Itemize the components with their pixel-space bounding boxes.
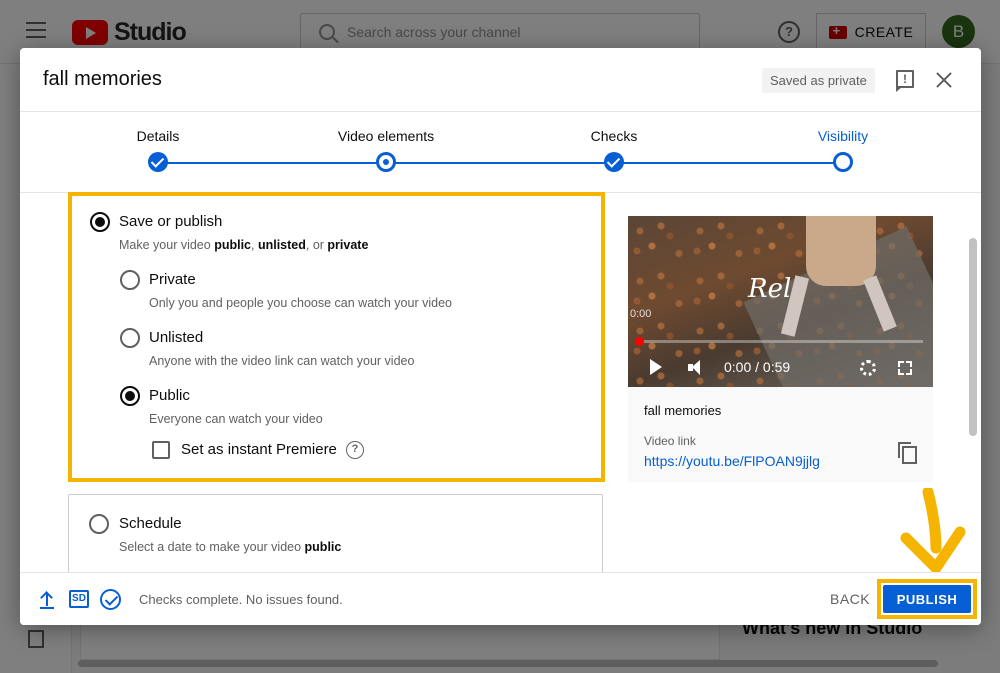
private-radio[interactable]: [120, 270, 140, 290]
step-complete-check-icon: [148, 152, 168, 172]
schedule-desc: Select a date to make your video public: [119, 540, 342, 554]
publish-button[interactable]: PUBLISH: [883, 585, 971, 613]
checks-status-text: Checks complete. No issues found.: [139, 592, 343, 607]
checks-complete-icon[interactable]: [100, 589, 121, 610]
step-video-elements[interactable]: Video elements: [306, 112, 466, 172]
settings-gear-icon[interactable]: [860, 360, 876, 376]
dialog-scrollbar[interactable]: [969, 238, 977, 436]
step-details[interactable]: Details: [78, 112, 238, 172]
pointer-arrow-icon: [900, 488, 966, 573]
volume-icon[interactable]: [688, 360, 706, 375]
private-desc: Only you and people you choose can watch…: [149, 296, 452, 310]
save-or-publish-title: Save or publish: [119, 213, 223, 230]
step-checks[interactable]: Checks: [534, 112, 694, 172]
public-title: Public: [149, 387, 190, 404]
video-frame-figure: [806, 216, 876, 286]
sd-quality-icon[interactable]: SD: [69, 590, 89, 608]
unlisted-desc: Anyone with the video link can watch you…: [149, 354, 415, 368]
dialog-title: fall memories: [43, 68, 162, 90]
schedule-title: Schedule: [119, 515, 182, 532]
video-link-label: Video link: [644, 434, 696, 448]
schedule-panel: Schedule Select a date to make your vide…: [68, 494, 603, 584]
upload-icon-base: [40, 607, 54, 609]
save-or-publish-radio[interactable]: [90, 212, 110, 232]
step-current-icon: [833, 152, 853, 172]
instant-premiere-checkbox[interactable]: [152, 441, 170, 459]
saved-status-badge: Saved as private: [762, 68, 875, 93]
instant-premiere-label: Set as instant Premiere: [181, 441, 337, 458]
video-player[interactable]: Rel 0:00 0:00 / 0:59: [628, 216, 933, 387]
step-label: Video elements: [337, 128, 435, 144]
video-overlay-text: Rel: [748, 274, 792, 304]
publish-highlight: PUBLISH: [877, 579, 977, 619]
back-button[interactable]: BACK: [820, 585, 880, 613]
step-visibility[interactable]: Visibility: [763, 112, 923, 172]
step-complete-check-icon: [604, 152, 624, 172]
fullscreen-icon[interactable]: [896, 359, 914, 377]
preview-video-title: fall memories: [644, 403, 722, 418]
public-radio[interactable]: [120, 386, 140, 406]
step-ring-icon: [376, 152, 396, 172]
video-progress-bar[interactable]: [635, 337, 923, 346]
play-icon[interactable]: [650, 359, 662, 375]
unlisted-radio[interactable]: [120, 328, 140, 348]
close-icon[interactable]: [934, 70, 954, 90]
feedback-icon[interactable]: !: [896, 70, 914, 92]
help-icon[interactable]: ?: [346, 441, 364, 459]
unlisted-title: Unlisted: [149, 329, 204, 346]
video-ghost-time: 0:00: [630, 308, 652, 320]
dialog-footer: SD Checks complete. No issues found. BAC…: [20, 572, 981, 625]
stepper-line: [158, 162, 843, 164]
save-or-publish-desc: Make your video public, unlisted, or pri…: [119, 238, 369, 252]
step-label: Checks: [590, 128, 638, 144]
schedule-radio[interactable]: [89, 514, 109, 534]
visibility-dialog: fall memories Saved as private ! Details…: [20, 48, 981, 625]
private-title: Private: [149, 271, 196, 288]
step-label: Visibility: [817, 128, 869, 144]
upload-stepper: Details Video elements Checks Visibility: [20, 112, 981, 192]
video-link[interactable]: https://youtu.be/FlPOAN9jjlg: [644, 453, 820, 469]
step-label: Details: [136, 128, 180, 144]
video-preview-card: Rel 0:00 0:00 / 0:59 fall memories Video…: [628, 216, 933, 482]
public-desc: Everyone can watch your video: [149, 412, 323, 426]
copy-icon[interactable]: [898, 442, 917, 464]
save-or-publish-panel: Save or publish Make your video public, …: [68, 192, 605, 482]
progress-knob[interactable]: [635, 337, 644, 346]
video-time: 0:00 / 0:59: [724, 359, 791, 375]
